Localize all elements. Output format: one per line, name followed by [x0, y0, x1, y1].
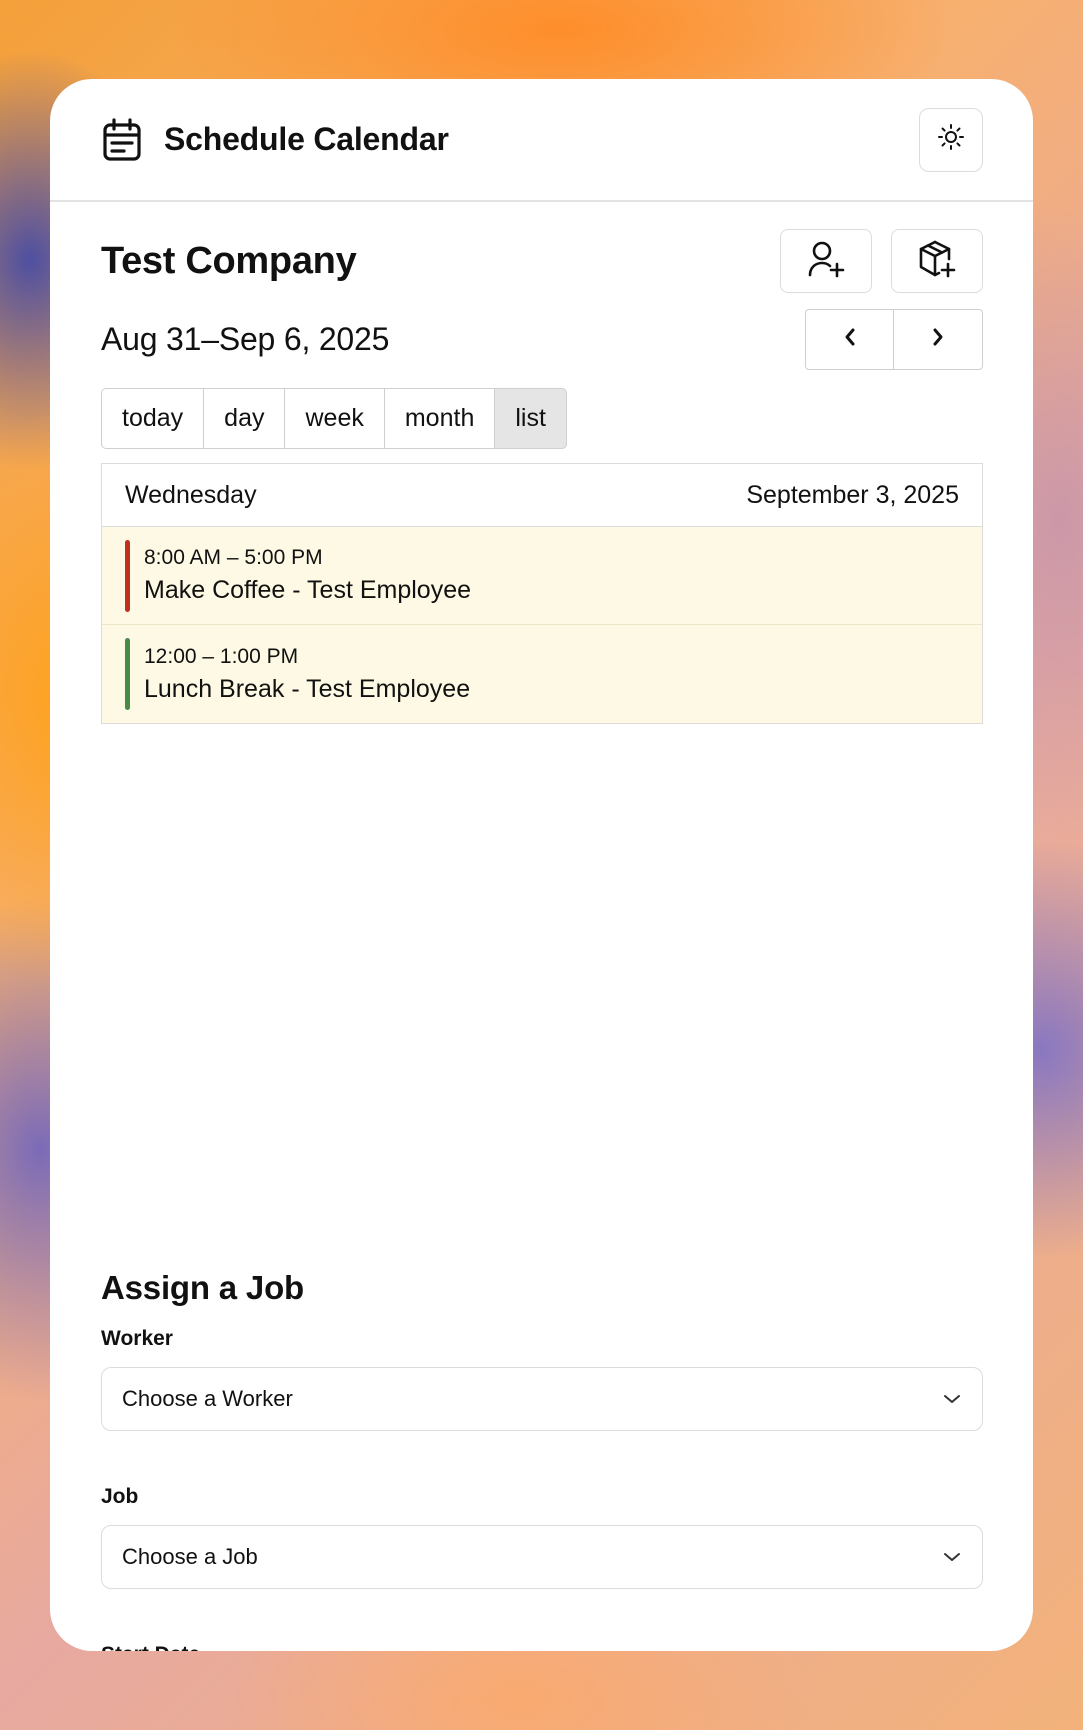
sun-icon [937, 123, 965, 156]
app-header: Schedule Calendar [50, 79, 1033, 202]
list-item[interactable]: 12:00 – 1:00 PM Lunch Break - Test Emplo… [102, 625, 982, 723]
chevron-right-icon [930, 326, 946, 353]
event-color-bar [125, 539, 130, 612]
job-select[interactable]: Choose a Job [101, 1525, 983, 1589]
worker-label: Worker [101, 1327, 173, 1350]
calendar-icon [102, 117, 142, 162]
app-card: Schedule Calendar Test Company Aug 31–Se… [50, 79, 1033, 1651]
event-title: Make Coffee - Test Employee [144, 576, 472, 604]
event-title: Lunch Break - Test Employee [144, 674, 471, 703]
worker-select[interactable]: Choose a Worker [101, 1367, 983, 1431]
chevron-down-icon [942, 1392, 962, 1406]
app-title: Schedule Calendar [164, 121, 449, 157]
user-plus-icon [806, 239, 846, 284]
view-today-button[interactable]: today [101, 388, 205, 449]
view-month-button[interactable]: month [384, 388, 496, 449]
event-color-bar [125, 638, 130, 710]
add-job-button[interactable] [891, 229, 983, 293]
calendar-section: Test Company Aug 31–Sep 6, 2025 today da… [50, 228, 1033, 724]
event-list: Wednesday September 3, 2025 8:00 AM – 5:… [101, 463, 983, 724]
theme-toggle-button[interactable] [919, 107, 983, 172]
list-day-header: Wednesday September 3, 2025 [102, 464, 982, 527]
start-date-label: Start Date [101, 1643, 983, 1651]
company-name: Test Company [101, 239, 357, 282]
job-select-value: Choose a Job [122, 1544, 258, 1569]
event-time: 8:00 AM – 5:00 PM [144, 546, 323, 569]
view-week-button[interactable]: week [285, 388, 385, 449]
assign-job-form: Assign a Job Worker Choose a Worker Job … [101, 1269, 983, 1651]
prev-button[interactable] [805, 308, 894, 370]
date-range-title: Aug 31–Sep 6, 2025 [101, 320, 390, 357]
view-switcher: today day week month list [101, 388, 983, 449]
view-day-button[interactable]: day [204, 388, 286, 449]
list-item[interactable]: 8:00 AM – 5:00 PM Make Coffee - Test Emp… [102, 527, 982, 625]
day-name: Wednesday [125, 480, 257, 509]
chevron-down-icon [942, 1550, 962, 1564]
next-button[interactable] [894, 308, 983, 370]
job-label: Job [101, 1485, 139, 1508]
event-time: 12:00 – 1:00 PM [144, 644, 299, 668]
chevron-left-icon [842, 326, 858, 353]
worker-select-value: Choose a Worker [122, 1386, 293, 1411]
add-worker-button[interactable] [780, 229, 872, 293]
package-plus-icon [917, 239, 957, 284]
assign-heading: Assign a Job [101, 1269, 304, 1306]
day-date: September 3, 2025 [746, 480, 959, 509]
view-list-button[interactable]: list [495, 388, 567, 449]
